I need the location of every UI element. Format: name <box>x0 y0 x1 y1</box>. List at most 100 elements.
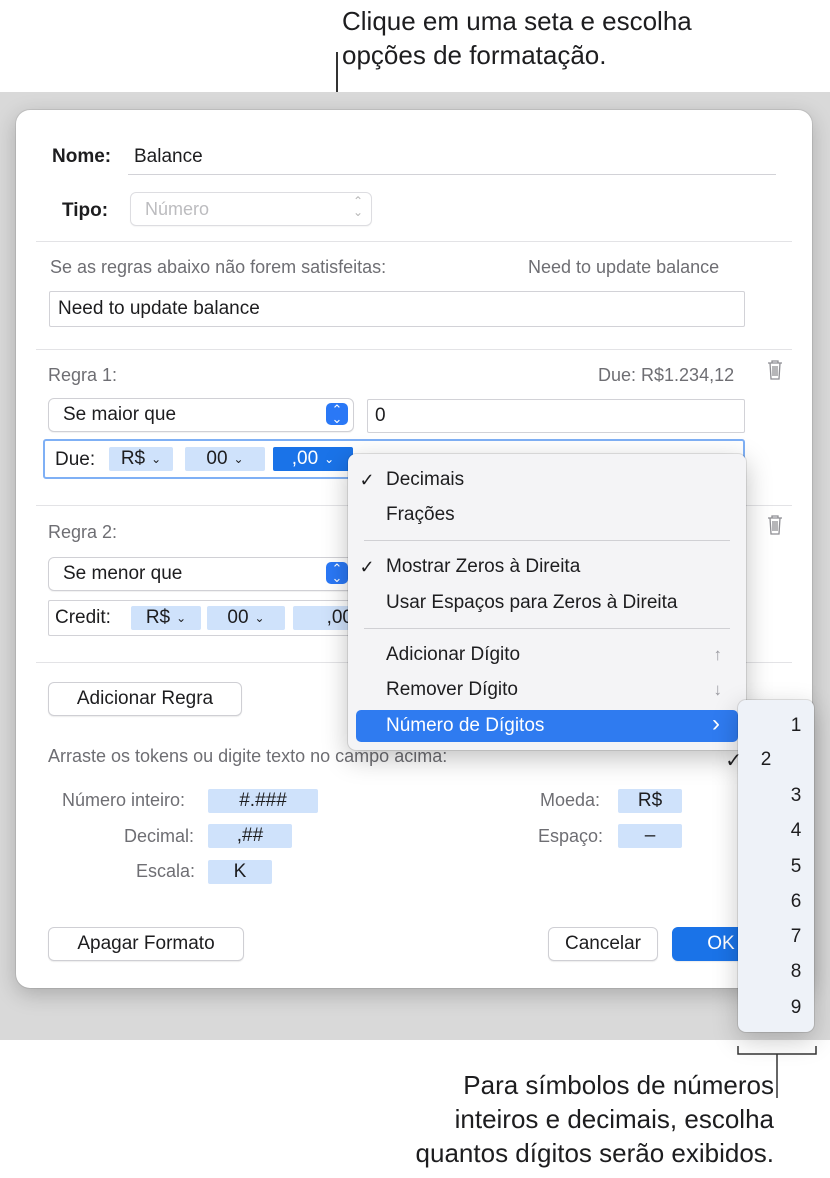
ok-button-label: OK <box>707 933 735 954</box>
bottom-callout-line-2: inteiros e decimais, escolha <box>454 1104 774 1134</box>
menu-item-remove-digit-label: Remover Dígito <box>386 679 518 700</box>
rule-1-integer-token[interactable]: 00 ⌄ <box>185 447 265 471</box>
add-rule-button-label: Adicionar Regra <box>76 688 214 709</box>
menu-item-number-of-digits-label: Número de Dígitos <box>386 715 545 736</box>
fallback-field-value: Need to update balance <box>58 298 260 319</box>
rule-2-condition-popup[interactable]: Se menor que ⌃ ⌄ <box>48 557 354 591</box>
add-rule-button[interactable]: Adicionar Regra <box>48 682 242 716</box>
rule-2-integer-token-text: 00 <box>227 607 249 628</box>
rule-1-trash-icon[interactable] <box>766 359 784 381</box>
rule-1-preview: Due: R$1.234,12 <box>598 365 735 385</box>
rule-1-condition-value: Se maior que <box>63 404 177 425</box>
scale-token-text: K <box>233 861 247 882</box>
chevron-right-icon: › <box>712 710 720 737</box>
divider-2 <box>36 349 792 350</box>
bottom-callout-line-3: quantos dígitos serão exibidos. <box>415 1138 774 1168</box>
updown-chevron-icon: ⌃ ⌄ <box>352 194 363 219</box>
digit-option-label: 6 <box>790 891 802 912</box>
scale-token[interactable]: K <box>208 860 272 884</box>
divider-1 <box>36 241 792 242</box>
digit-option-label: 4 <box>790 820 802 841</box>
currency-token[interactable]: R$ <box>618 789 682 813</box>
checkmark-icon: ✓ <box>359 469 375 490</box>
chevron-down-icon: ⌄ <box>151 452 162 466</box>
digit-option[interactable]: 5 <box>738 850 814 884</box>
chevron-down-icon: ⌄ <box>233 452 244 466</box>
rule-1-currency-token-text: R$ <box>120 448 146 469</box>
rule-1-prefix: Due: <box>55 449 96 470</box>
menu-item-fractions-label: Frações <box>386 504 455 525</box>
type-popup[interactable]: Número ⌃ ⌄ <box>130 192 372 226</box>
rule-1-currency-token[interactable]: R$ ⌄ <box>109 447 173 471</box>
space-token-label: Espaço: <box>538 826 604 846</box>
menu-item-number-of-digits[interactable]: Número de Dígitos › <box>356 710 738 742</box>
digit-option[interactable]: 9 <box>738 991 814 1025</box>
digit-option-label: 3 <box>790 785 802 806</box>
menu-item-show-zeros-label: Mostrar Zeros à Direita <box>386 556 581 577</box>
digit-option-label: 7 <box>790 926 802 947</box>
menu-item-remove-digit[interactable]: Remover Dígito ↓ <box>348 674 746 706</box>
type-label: Tipo: <box>62 200 109 221</box>
bottom-callout-line-1: Para símbolos de números <box>463 1070 774 1100</box>
scale-token-label: Escala: <box>136 861 196 881</box>
rule-1-condition-popup[interactable]: Se maior que ⌃ ⌄ <box>48 398 354 432</box>
menu-item-use-spaces[interactable]: Usar Espaços para Zeros à Direita <box>348 587 746 619</box>
digit-option-label: 1 <box>790 715 802 736</box>
integer-token[interactable]: #.### <box>208 789 318 813</box>
arrow-up-shortcut-icon: ↑ <box>713 645 723 664</box>
rule-2-currency-token-text: R$ <box>145 607 171 628</box>
digits-submenu: 1 ✓ 2 3 4 5 6 7 8 9 <box>725 700 814 1032</box>
top-callout-line-2: opções de formatação. <box>342 40 607 70</box>
menu-item-add-digit[interactable]: Adicionar Dígito ↑ <box>348 639 746 671</box>
rule-1-condition-stepper-icon: ⌃ ⌄ <box>326 403 348 425</box>
fallback-field[interactable]: Need to update balance <box>49 291 745 327</box>
fallback-label: Se as regras abaixo não forem satisfeita… <box>50 257 387 277</box>
currency-token-label: Moeda: <box>540 790 601 810</box>
menu-item-decimals[interactable]: ✓ Decimais <box>348 464 746 496</box>
bottom-callout: Para símbolos de números inteiros e deci… <box>416 1068 774 1170</box>
cancel-button[interactable]: Cancelar <box>548 927 658 961</box>
menu-item-show-zeros[interactable]: ✓ Mostrar Zeros à Direita <box>348 551 746 583</box>
decimal-token-text: ,## <box>236 825 264 846</box>
digit-option-label: 2 <box>760 749 772 770</box>
decimal-format-menu: ✓ Decimais Frações ✓ Mostrar Zeros à Dir… <box>348 454 746 750</box>
menu-item-fractions[interactable]: Frações <box>348 499 746 531</box>
digit-option-selected[interactable]: ✓ 2 <box>725 743 814 777</box>
rule-1-label: Regra 1: <box>48 365 118 385</box>
currency-token-text: R$ <box>637 790 663 811</box>
menu-item-use-spaces-label: Usar Espaços para Zeros à Direita <box>386 592 678 613</box>
menu-item-decimals-label: Decimais <box>386 469 465 490</box>
name-field[interactable]: Balance <box>128 140 776 175</box>
fallback-preview: Need to update balance <box>528 257 720 277</box>
cancel-button-label: Cancelar <box>564 933 642 954</box>
digit-option[interactable]: 6 <box>738 885 814 919</box>
chevron-down-icon: ⌄ <box>254 611 265 625</box>
space-token[interactable]: – <box>618 824 682 848</box>
digit-option[interactable]: 1 <box>738 709 814 743</box>
top-callout-line-1: Clique em uma seta e escolha <box>342 6 692 36</box>
delete-format-button[interactable]: Apagar Formato <box>48 927 244 961</box>
menu-item-add-digit-label: Adicionar Dígito <box>386 644 521 665</box>
rule-2-trash-icon[interactable] <box>766 514 784 536</box>
space-token-text: – <box>644 825 656 846</box>
rule-1-decimal-token[interactable]: ,00 ⌄ <box>273 447 353 471</box>
arrow-down-shortcut-icon: ↓ <box>713 680 723 699</box>
decimal-token-label: Decimal: <box>124 826 195 846</box>
checkmark-icon: ✓ <box>725 749 742 772</box>
digit-option[interactable]: 3 <box>738 779 814 813</box>
rule-2-condition-value: Se menor que <box>63 563 183 584</box>
rule-1-value-field[interactable]: 0 <box>367 399 745 433</box>
digit-option[interactable]: 7 <box>738 920 814 954</box>
rule-2-condition-stepper-icon: ⌃ ⌄ <box>326 562 348 584</box>
chevron-down-icon: ⌄ <box>324 452 335 466</box>
integer-token-label: Número inteiro: <box>62 790 186 810</box>
digit-option-label: 8 <box>790 961 802 982</box>
decimal-token[interactable]: ,## <box>208 824 292 848</box>
digit-option[interactable]: 4 <box>738 814 814 848</box>
rule-2-currency-token[interactable]: R$ ⌄ <box>131 606 201 630</box>
rule-2-format-field[interactable]: Credit: R$ ⌄ 00 ⌄ ,00 <box>48 600 359 636</box>
name-label: Nome: <box>52 146 112 167</box>
digit-option-label: 9 <box>790 997 802 1018</box>
digit-option[interactable]: 8 <box>738 955 814 989</box>
rule-2-integer-token[interactable]: 00 ⌄ <box>207 606 285 630</box>
